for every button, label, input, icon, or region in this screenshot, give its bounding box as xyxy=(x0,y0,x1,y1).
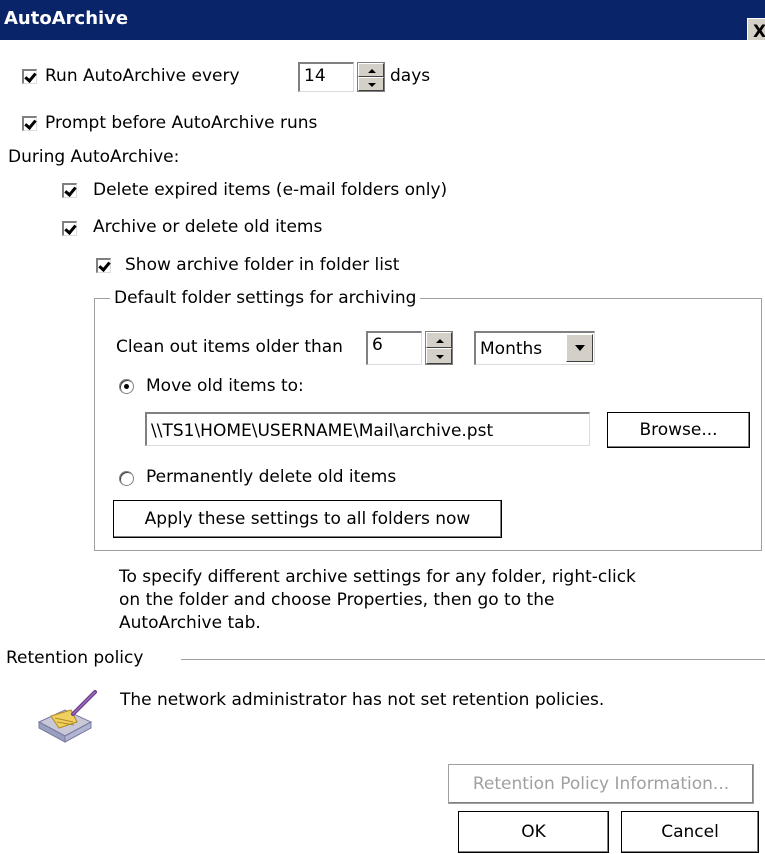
prompt-before-label: Prompt before AutoArchive runs xyxy=(45,113,318,133)
move-old-radio[interactable] xyxy=(119,379,134,394)
arrow-up-icon xyxy=(368,69,376,73)
arrow-down-icon xyxy=(436,355,444,359)
browse-button[interactable]: Browse... xyxy=(607,412,750,448)
broom-icon xyxy=(37,688,103,748)
archive-old-label: Archive or delete old items xyxy=(93,217,323,237)
chevron-down-icon xyxy=(575,345,585,351)
run-interval-spinner[interactable] xyxy=(357,62,385,92)
show-folder-checkbox[interactable] xyxy=(96,258,111,273)
clean-out-label: Clean out items older than xyxy=(116,337,343,357)
archive-path-input[interactable]: \\TS1\HOME\USERNAME\Mail\archive.pst xyxy=(145,412,590,446)
permanently-delete-radio[interactable] xyxy=(119,471,134,486)
during-heading: During AutoArchive: xyxy=(8,147,180,167)
run-interval-unit: days xyxy=(390,66,431,86)
run-interval-input[interactable]: 14 xyxy=(298,62,354,92)
spin-up-button[interactable] xyxy=(426,332,452,348)
retention-divider xyxy=(181,659,765,660)
retention-heading: Retention policy xyxy=(6,648,144,668)
archive-old-checkbox[interactable] xyxy=(62,221,77,236)
show-folder-label: Show archive folder in folder list xyxy=(125,255,400,275)
run-autoarchive-label: Run AutoArchive every xyxy=(45,66,240,86)
note-line-1: To specify different archive settings fo… xyxy=(119,567,636,587)
retention-info-button[interactable]: Retention Policy Information... xyxy=(448,764,754,804)
run-autoarchive-checkbox[interactable] xyxy=(22,69,37,84)
spin-down-button[interactable] xyxy=(358,77,384,91)
permanently-delete-label: Permanently delete old items xyxy=(146,467,397,487)
note-line-2: on the folder and choose Properties, the… xyxy=(119,590,555,610)
period-dropdown-button[interactable] xyxy=(566,334,593,362)
apply-all-folders-button[interactable]: Apply these settings to all folders now xyxy=(113,500,502,538)
retention-message: The network administrator has not set re… xyxy=(120,690,605,710)
ok-button[interactable]: OK xyxy=(458,811,609,853)
move-old-label: Move old items to: xyxy=(146,376,304,396)
cancel-button[interactable]: Cancel xyxy=(621,811,759,853)
default-settings-legend: Default folder settings for archiving xyxy=(110,288,421,308)
clean-out-input[interactable]: 6 xyxy=(366,331,422,365)
note-line-3: AutoArchive tab. xyxy=(119,613,261,633)
arrow-up-icon xyxy=(436,339,444,343)
prompt-before-checkbox[interactable] xyxy=(22,116,37,131)
spin-down-button[interactable] xyxy=(426,348,452,364)
dialog-title: AutoArchive xyxy=(4,8,129,29)
delete-expired-checkbox[interactable] xyxy=(62,183,77,198)
spin-up-button[interactable] xyxy=(358,63,384,77)
clean-out-spinner[interactable] xyxy=(425,331,453,365)
delete-expired-label: Delete expired items (e-mail folders onl… xyxy=(93,180,448,200)
arrow-down-icon xyxy=(368,83,376,87)
